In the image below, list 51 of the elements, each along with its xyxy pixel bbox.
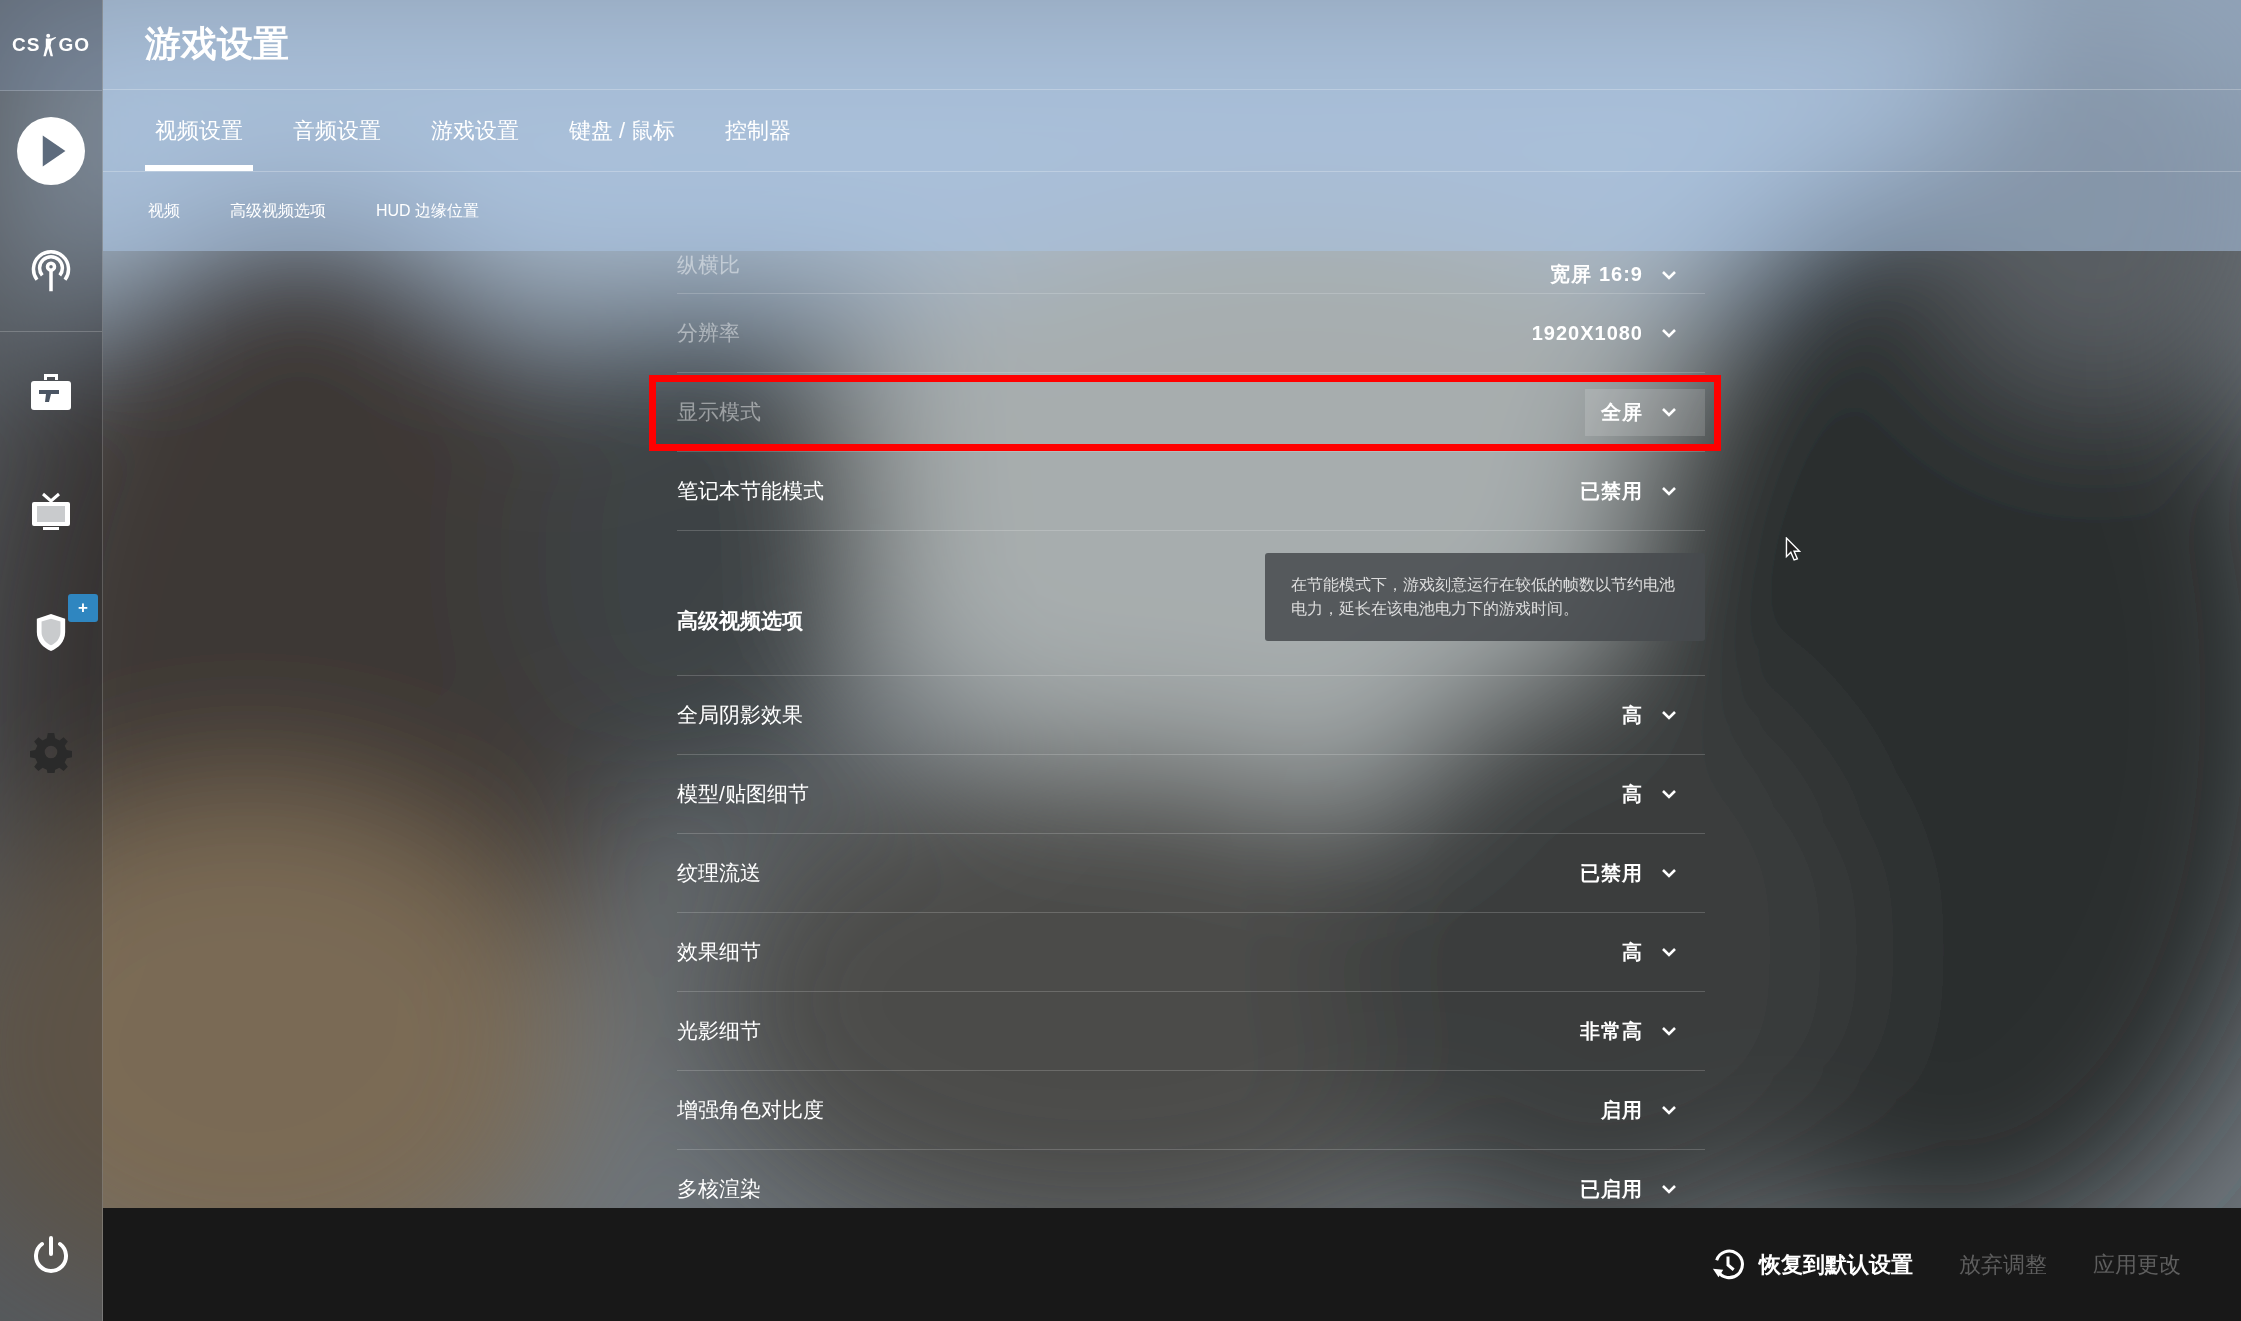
caret-icon <box>1661 947 1677 957</box>
setting-dropdown[interactable]: 非常高 <box>1564 1007 1705 1055</box>
caret-icon <box>1661 407 1677 417</box>
tv-icon[interactable] <box>29 491 73 533</box>
briefcase-icon[interactable] <box>29 371 73 413</box>
setting-dropdown[interactable]: 高 <box>1606 928 1705 976</box>
footer-button[interactable]: 恢复到默认设置 <box>1711 1247 1913 1282</box>
section-link[interactable]: 视频 <box>148 201 180 222</box>
settings-tab[interactable]: 音频设置 <box>283 90 391 171</box>
restore-icon <box>1711 1247 1745 1282</box>
tooltip: 在节能模式下，游戏刻意运行在较低的帧数以节约电池电力，延长在该电池电力下的游戏时间。 <box>1265 553 1705 641</box>
caret-icon <box>1661 1184 1677 1194</box>
section-link[interactable]: 高级视频选项 <box>230 201 326 222</box>
section-heading: 高级视频选项 <box>677 608 803 634</box>
logo-text: GO <box>58 34 90 56</box>
settings-tab[interactable]: 键盘 / 鼠标 <box>559 90 686 171</box>
setting-label: 分辨率 <box>677 320 740 346</box>
section-link[interactable]: HUD 边缘位置 <box>376 201 480 222</box>
setting-label: 纹理流送 <box>677 860 761 886</box>
setting-label: 多核渲染 <box>677 1176 761 1202</box>
settings-tab[interactable]: 控制器 <box>715 90 802 171</box>
antenna-icon[interactable] <box>29 250 73 292</box>
setting-dropdown[interactable]: 已禁用 <box>1564 467 1705 515</box>
caret-icon <box>1661 789 1677 799</box>
setting-label: 效果细节 <box>677 939 761 965</box>
setting-label: 笔记本节能模式 <box>677 478 824 504</box>
setting-label: 增强角色对比度 <box>677 1097 824 1123</box>
setting-dropdown[interactable]: 高 <box>1606 691 1705 739</box>
cursor-icon <box>1785 537 1801 561</box>
caret-icon <box>1661 1026 1677 1036</box>
caret-icon <box>1661 486 1677 496</box>
setting-label: 全局阴影效果 <box>677 702 803 728</box>
shield-icon[interactable] <box>34 612 68 652</box>
play-icon[interactable] <box>17 117 85 185</box>
caret-icon <box>1661 269 1677 280</box>
plus-badge: + <box>68 594 98 622</box>
settings-tab[interactable]: 视频设置 <box>145 90 253 171</box>
caret-icon <box>1661 710 1677 720</box>
setting-dropdown[interactable]: 启用 <box>1585 1086 1705 1134</box>
caret-icon <box>1661 868 1677 878</box>
setting-label: 模型/贴图细节 <box>677 781 809 807</box>
page-title: 游戏设置 <box>145 22 289 66</box>
caret-icon <box>1661 328 1677 338</box>
soldier-icon <box>41 32 58 58</box>
caret-icon <box>1661 1105 1677 1115</box>
setting-dropdown[interactable]: 已禁用 <box>1564 849 1705 897</box>
settings-tab[interactable]: 游戏设置 <box>421 90 529 171</box>
logo-text: CS <box>12 34 41 56</box>
setting-label: 显示模式 <box>677 399 761 425</box>
setting-dropdown[interactable]: 高 <box>1606 770 1705 818</box>
setting-label: 光影细节 <box>677 1018 761 1044</box>
